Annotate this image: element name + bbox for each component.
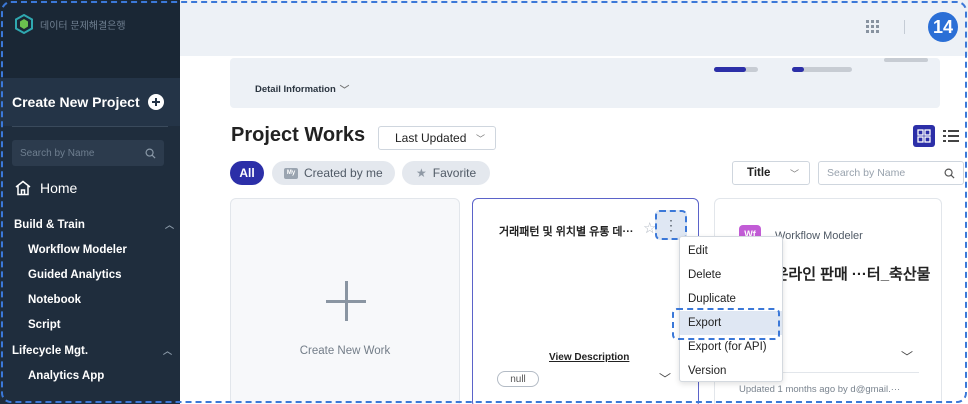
title-select-value: Title xyxy=(747,167,771,179)
chevron-down-icon: ﹀ xyxy=(475,133,485,144)
logo[interactable]: 데이터 문제해결은행 xyxy=(14,13,126,35)
divider xyxy=(12,126,168,127)
detail-label: Detail Information xyxy=(255,83,336,95)
plus-icon xyxy=(326,281,366,321)
sidebar-search-placeholder: Search by Name xyxy=(20,147,95,159)
logo-icon xyxy=(14,13,34,35)
menu-item-version[interactable]: Version xyxy=(680,359,782,383)
card-type: Workflow Modeler xyxy=(775,230,863,242)
title-select[interactable]: Title ﹀ xyxy=(732,161,810,185)
sidebar-item-guided-analytics[interactable]: Guided Analytics xyxy=(28,269,122,281)
sidebar-section-lifecycle[interactable]: Lifecycle Mgt. ︿ xyxy=(12,344,172,357)
create-new-work-label: Create New Work xyxy=(299,345,391,357)
chevron-down-icon[interactable]: ﹀ xyxy=(659,370,671,387)
view-description-link[interactable]: View Description xyxy=(549,352,629,363)
menu-item-edit[interactable]: Edit xyxy=(680,239,782,263)
search-icon xyxy=(944,168,955,179)
sidebar-item-home[interactable]: Home xyxy=(14,180,77,196)
my-icon: My xyxy=(284,167,298,179)
apps-grid-icon[interactable] xyxy=(866,20,880,34)
page-title: Project Works xyxy=(231,124,366,146)
home-icon xyxy=(15,180,31,196)
list-view-button[interactable] xyxy=(940,125,962,147)
step-badge: 14 xyxy=(928,12,958,42)
divider xyxy=(904,20,905,34)
tag-badge: null xyxy=(497,371,539,387)
search-placeholder: Search by Name xyxy=(827,167,906,179)
menu-item-duplicate[interactable]: Duplicate xyxy=(680,287,782,311)
progress-fill xyxy=(714,67,746,72)
filter-label: Created by me xyxy=(304,166,383,180)
grid-view-button[interactable] xyxy=(913,125,935,147)
chevron-down-icon: ﹀ xyxy=(339,85,350,96)
grid-view-icon xyxy=(917,129,931,143)
chevron-down-icon[interactable]: ﹀ xyxy=(901,348,913,365)
topbar xyxy=(180,0,968,56)
sidebar-item-notebook[interactable]: Notebook xyxy=(28,294,81,306)
filter-label: Favorite xyxy=(432,166,477,180)
kebab-icon: ⋮ xyxy=(664,217,678,233)
sidebar-item-workflow-modeler[interactable]: Workflow Modeler xyxy=(28,244,127,256)
create-project-button[interactable]: Create New Project xyxy=(0,78,180,126)
updated-text: Updated 1 months ago by d@gmail.··· xyxy=(739,384,901,395)
detail-toggle[interactable]: Detail Information ﹀ xyxy=(255,82,350,97)
menu-item-delete[interactable]: Delete xyxy=(680,263,782,287)
progress-fill xyxy=(792,67,804,72)
sort-value: Last Updated xyxy=(395,131,467,145)
detail-button[interactable] xyxy=(884,58,928,62)
plus-circle-icon xyxy=(147,94,164,110)
main-search-input[interactable]: Search by Name xyxy=(818,161,964,185)
section-label: Lifecycle Mgt. xyxy=(12,344,89,357)
sidebar: 데이터 문제해결은행 Create New Project Search by … xyxy=(0,0,180,404)
menu-item-export-api[interactable]: Export (for API) xyxy=(680,335,782,359)
context-menu: Edit Delete Duplicate Export Export (for… xyxy=(679,236,783,382)
create-project-label: Create New Project xyxy=(12,94,140,110)
sidebar-item-analytics-app[interactable]: Analytics App xyxy=(28,370,104,382)
star-icon: ★ xyxy=(416,166,427,180)
logo-text: 데이터 문제해결은행 xyxy=(40,20,126,32)
work-card-selected[interactable]: 거래패턴 및 위치별 유통 데··· ☆ ⋮ View Description … xyxy=(472,198,699,404)
menu-item-export[interactable]: Export xyxy=(680,311,782,335)
sidebar-item-script[interactable]: Script xyxy=(28,319,61,331)
sidebar-section-build-train[interactable]: Build & Train ︿ xyxy=(14,218,174,231)
chevron-up-icon: ︿ xyxy=(162,346,172,356)
chevron-down-icon: ﹀ xyxy=(789,168,799,179)
sidebar-search-input[interactable]: Search by Name xyxy=(12,140,164,166)
list-view-icon xyxy=(943,130,959,142)
card-title: 거래패턴 및 위치별 유통 데··· xyxy=(499,226,634,238)
filter-all[interactable]: All xyxy=(230,161,264,185)
chevron-up-icon: ︿ xyxy=(164,220,174,230)
filter-created-by-me[interactable]: My Created by me xyxy=(272,161,395,185)
filter-favorite[interactable]: ★ Favorite xyxy=(402,161,490,185)
create-new-work-card[interactable]: Create New Work xyxy=(230,198,460,404)
sort-select[interactable]: Last Updated ﹀ xyxy=(378,126,496,150)
sidebar-header: 데이터 문제해결은행 xyxy=(0,0,180,78)
sidebar-home-label: Home xyxy=(40,180,78,196)
section-label: Build & Train xyxy=(14,218,85,231)
search-icon xyxy=(145,148,156,159)
